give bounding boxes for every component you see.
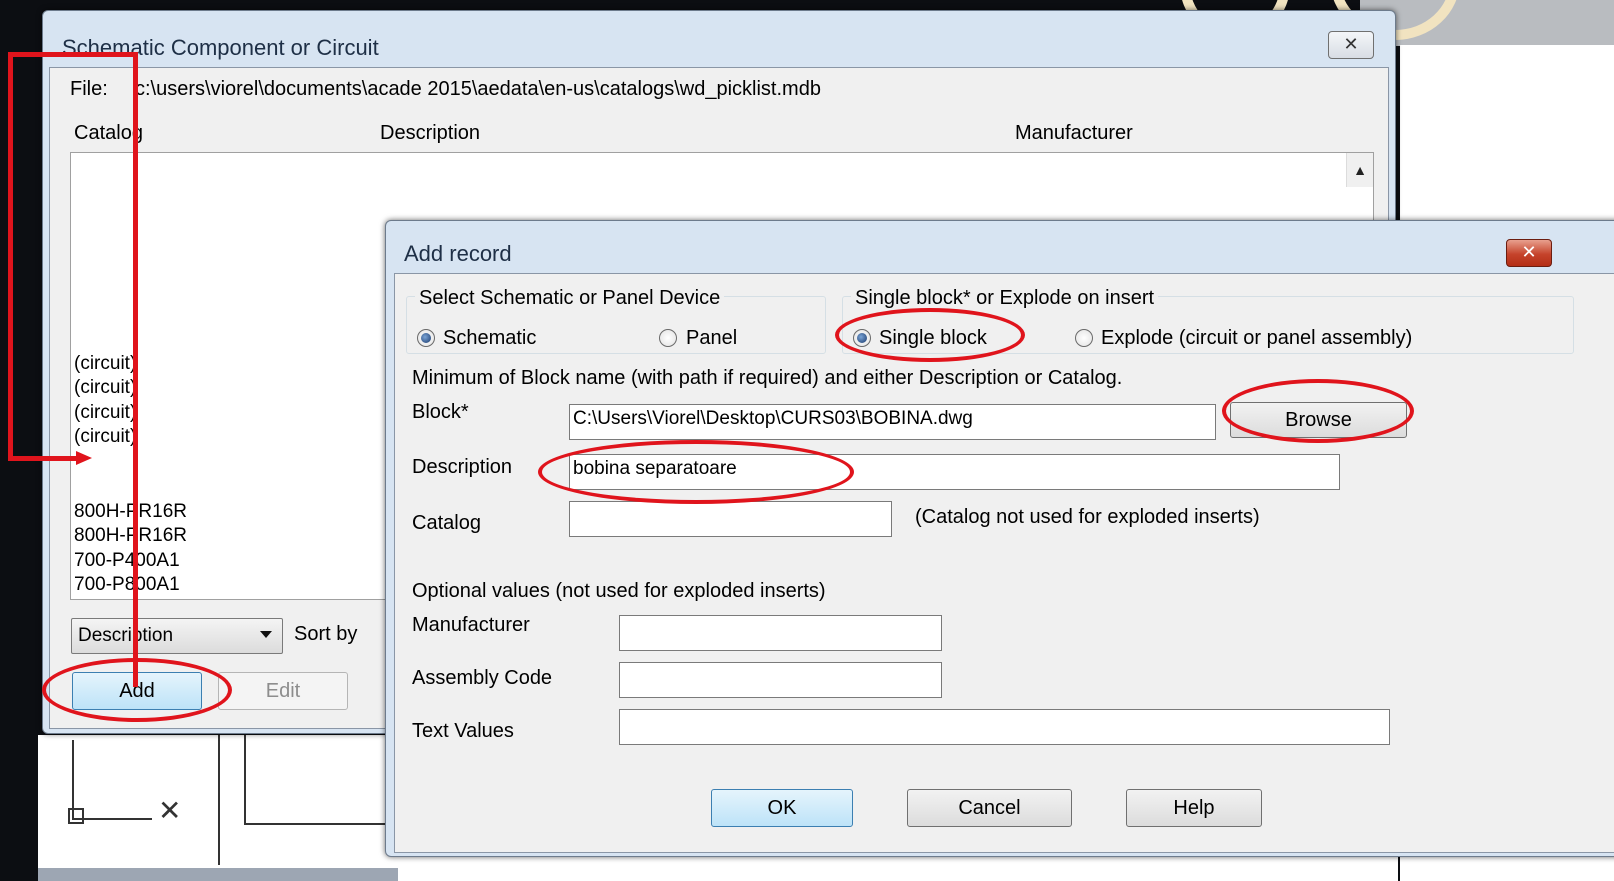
list-item[interactable]: 700-P400A1	[74, 550, 180, 572]
schematic-radio-label[interactable]: Schematic	[443, 327, 536, 350]
add-record-dialog: Add record ✕ Select Schematic or Panel D…	[385, 220, 1614, 857]
block-input[interactable]: C:\Users\Viorel\Desktop\CURS03\BOBINA.dw…	[569, 404, 1216, 440]
file-path: c:\users\viorel\documents\acade 2015\aed…	[135, 78, 821, 100]
dialog-body: Select Schematic or Panel Device Schemat…	[394, 273, 1614, 853]
assembly-code-input[interactable]	[619, 662, 942, 698]
list-item[interactable]: (circuit)	[74, 426, 136, 448]
ucs-origin-icon	[68, 808, 84, 824]
list-item[interactable]: (circuit)	[74, 353, 136, 375]
list-item[interactable]: 800H-PR16R	[74, 501, 187, 523]
cancel-button[interactable]: Cancel	[907, 789, 1072, 827]
insert-mode-group-title: Single block* or Explode on insert	[851, 287, 1159, 310]
close-button[interactable]: ✕	[1506, 239, 1552, 267]
chevron-down-icon	[260, 631, 272, 638]
annotation-line	[8, 52, 138, 57]
manufacturer-label: Manufacturer	[412, 614, 530, 636]
dialog-title: Add record	[404, 241, 512, 266]
assembly-code-label: Assembly Code	[412, 667, 553, 689]
file-label: File:	[70, 78, 108, 100]
device-type-group-title: Select Schematic or Panel Device	[415, 287, 725, 310]
schematic-radio[interactable]	[417, 329, 435, 347]
list-item[interactable]: (circuit)	[74, 402, 136, 424]
optional-values-title: Optional values (not used for exploded i…	[412, 580, 826, 602]
explode-radio-label[interactable]: Explode (circuit or panel assembly)	[1101, 327, 1412, 350]
annotation-ellipse-add	[42, 658, 232, 722]
cad-drawing-line	[244, 735, 246, 825]
sort-by-select[interactable]: Description	[71, 618, 283, 654]
text-values-input[interactable]	[619, 709, 1390, 745]
annotation-line	[8, 456, 76, 461]
list-item[interactable]: 800H-PR16R	[74, 525, 187, 547]
ucs-x-marker-icon: ✕	[158, 795, 182, 826]
annotation-ellipse-description	[538, 440, 854, 504]
explode-radio[interactable]	[1075, 329, 1093, 347]
column-header-manufacturer[interactable]: Manufacturer	[1015, 122, 1133, 145]
catalog-note: (Catalog not used for exploded inserts)	[915, 506, 1260, 528]
status-bar	[38, 868, 398, 881]
panel-radio-label[interactable]: Panel	[686, 327, 737, 350]
annotation-ellipse-single-block	[835, 308, 1025, 362]
annotation-line	[8, 55, 13, 460]
sort-by-label: Sort by	[294, 623, 358, 645]
block-label: Block*	[412, 401, 469, 423]
ok-button-label: OK	[767, 797, 797, 819]
ok-button[interactable]: OK	[711, 789, 853, 827]
cad-drawing-line	[218, 735, 220, 865]
manufacturer-input[interactable]	[619, 615, 942, 651]
column-header-description[interactable]: Description	[380, 122, 480, 145]
scroll-up-arrow-icon[interactable]: ▲	[1346, 153, 1373, 187]
cancel-button-label: Cancel	[958, 797, 1021, 819]
sort-by-value: Description	[78, 625, 174, 646]
help-button[interactable]: Help	[1126, 789, 1262, 827]
annotation-ellipse-browse	[1222, 379, 1414, 443]
ucs-x-axis	[72, 818, 152, 820]
close-icon: ✕	[1521, 242, 1537, 262]
cad-drawing-line	[244, 823, 394, 825]
annotation-line	[133, 52, 138, 687]
edit-button-label: Edit	[265, 680, 301, 702]
annotation-arrowhead-icon	[76, 451, 92, 465]
edit-button[interactable]: Edit	[218, 672, 348, 710]
list-item[interactable]: 700-P800A1	[74, 574, 180, 596]
dialog-title: Schematic Component or Circuit	[62, 35, 379, 60]
catalog-label: Catalog	[412, 512, 481, 534]
text-values-label: Text Values	[412, 720, 514, 742]
panel-radio[interactable]	[659, 329, 677, 347]
instructions-text: Minimum of Block name (with path if requ…	[412, 367, 1123, 389]
block-input-value: C:\Users\Viorel\Desktop\CURS03\BOBINA.dw…	[573, 408, 973, 429]
catalog-input[interactable]	[569, 501, 892, 537]
close-icon: ✕	[1343, 34, 1359, 54]
help-button-label: Help	[1173, 797, 1215, 819]
close-button[interactable]: ✕	[1328, 31, 1374, 59]
description-label: Description	[412, 456, 513, 478]
list-item[interactable]: (circuit)	[74, 377, 136, 399]
